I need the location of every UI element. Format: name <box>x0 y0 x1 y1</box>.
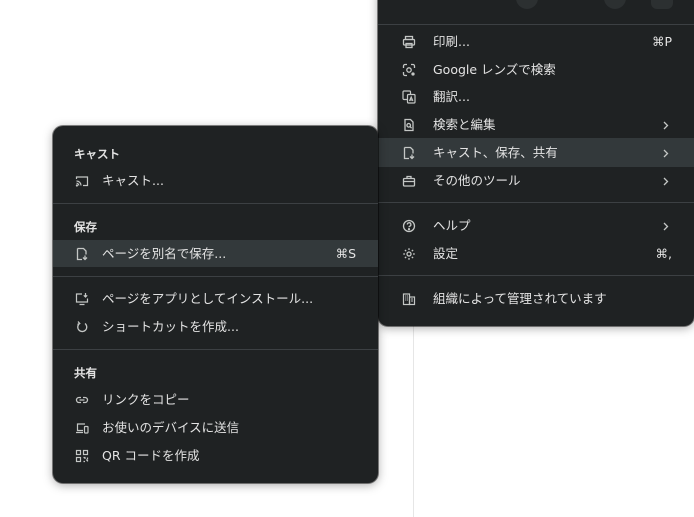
section-header-share: 共有 <box>74 366 97 380</box>
zoom-in-button[interactable] <box>604 0 626 9</box>
submenu-item-create-qr-code[interactable]: QR コードを作成 <box>53 442 378 469</box>
section-header-cast: キャスト <box>74 147 120 161</box>
shortcut-label: ⌘, <box>655 246 672 261</box>
section-header-save: 保存 <box>74 220 97 234</box>
toolbox-icon <box>402 174 416 188</box>
menu-item-settings[interactable]: 設定 ⌘, <box>378 240 694 267</box>
menu-item-cast-save-share[interactable]: キャスト、保存、共有 <box>378 138 694 167</box>
link-icon <box>75 393 89 407</box>
cast-icon <box>75 174 89 188</box>
menu-separator <box>53 203 378 204</box>
menu-item-label: 印刷... <box>433 34 470 49</box>
print-icon <box>402 35 416 49</box>
menu-item-label: 設定 <box>433 246 459 261</box>
install-app-icon <box>75 292 89 306</box>
submenu-item-create-shortcut[interactable]: ショートカットを作成... <box>53 313 378 340</box>
menu-item-label: キャスト、保存、共有 <box>433 145 558 160</box>
menu-item-label: ショートカットを作成... <box>102 319 239 334</box>
menu-item-label: ページを別名で保存... <box>102 246 227 261</box>
menu-item-label: キャスト... <box>102 173 164 188</box>
menu-item-label: お使いのデバイスに送信 <box>102 420 240 435</box>
menu-item-managed-by-org[interactable]: 組織によって管理されています <box>378 285 694 312</box>
help-icon <box>402 219 416 233</box>
menu-item-find-edit[interactable]: 検索と編集 <box>378 111 694 138</box>
submenu-item-cast[interactable]: キャスト... <box>53 167 378 194</box>
menu-item-label: その他のツール <box>433 173 521 188</box>
gear-icon <box>402 247 416 261</box>
shortcut-label: ⌘S <box>335 246 356 261</box>
submenu-item-install-app[interactable]: ページをアプリとしてインストール... <box>53 285 378 312</box>
save-page-icon <box>75 247 89 261</box>
zoom-out-button[interactable] <box>516 0 538 9</box>
chevron-right-icon <box>661 212 670 239</box>
qr-code-icon <box>75 449 89 463</box>
translate-icon <box>402 89 416 104</box>
chrome-main-menu: 印刷... ⌘P Google レンズで検索 翻訳... 検索と編集 キャスト、… <box>378 0 694 326</box>
shortcut-icon <box>75 320 89 334</box>
find-edit-icon <box>402 118 416 132</box>
menu-separator <box>378 275 694 276</box>
menu-item-label: 組織によって管理されています <box>433 291 607 306</box>
menu-item-help[interactable]: ヘルプ <box>378 212 694 239</box>
lens-icon <box>402 63 416 77</box>
submenu-item-copy-link[interactable]: リンクをコピー <box>53 386 378 413</box>
cast-save-share-icon <box>402 146 416 160</box>
menu-item-label: 翻訳... <box>433 89 470 104</box>
menu-item-google-lens[interactable]: Google レンズで検索 <box>378 56 694 83</box>
menu-item-label: 検索と編集 <box>433 117 496 132</box>
menu-item-label: リンクをコピー <box>102 392 190 407</box>
chevron-right-icon <box>661 111 670 138</box>
submenu-item-send-to-devices[interactable]: お使いのデバイスに送信 <box>53 414 378 441</box>
shortcut-label: ⌘P <box>651 34 672 49</box>
menu-separator <box>378 202 694 203</box>
menu-item-translate[interactable]: 翻訳... <box>378 83 694 110</box>
cast-save-share-submenu: キャスト キャスト... 保存 ページを別名で保存... ⌘S ページをアプリと… <box>53 126 378 483</box>
chevron-right-icon <box>661 167 670 194</box>
devices-icon <box>75 421 89 435</box>
menu-separator <box>53 276 378 277</box>
menu-item-print[interactable]: 印刷... ⌘P <box>378 28 694 55</box>
menu-item-label: ヘルプ <box>433 218 471 233</box>
menu-separator <box>378 24 694 25</box>
zoom-row-remnant <box>378 0 694 10</box>
submenu-item-save-page-as[interactable]: ページを別名で保存... ⌘S <box>53 240 378 267</box>
chevron-right-icon <box>661 138 670 167</box>
menu-item-label: Google レンズで検索 <box>433 62 556 77</box>
menu-separator <box>53 349 378 350</box>
fullscreen-button[interactable] <box>651 0 673 9</box>
menu-item-label: QR コードを作成 <box>102 448 200 463</box>
menu-item-more-tools[interactable]: その他のツール <box>378 167 694 194</box>
menu-item-label: ページをアプリとしてインストール... <box>102 291 314 306</box>
building-icon <box>402 292 416 306</box>
